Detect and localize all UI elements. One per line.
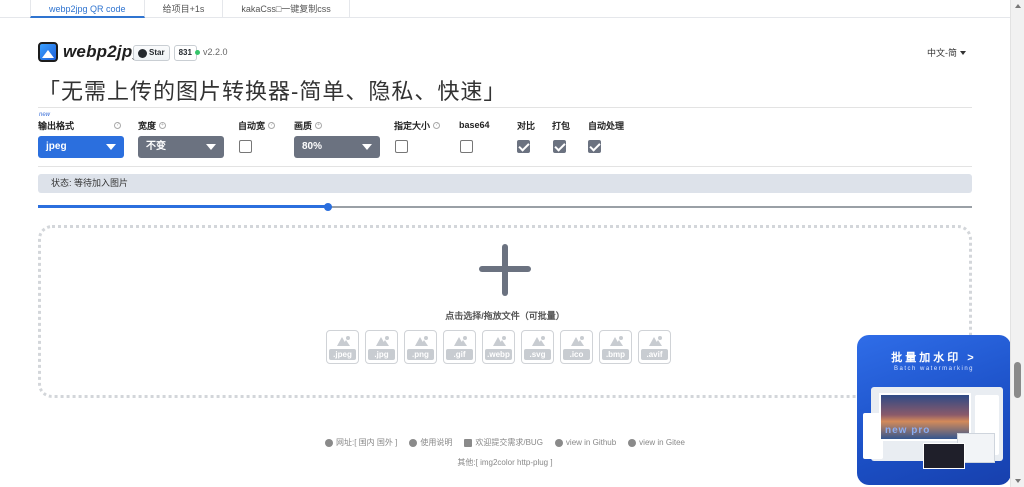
supported-formats: .jpeg .jpg .png .gif .webp .svg .ico .bm… <box>326 330 671 364</box>
quality-value: 80% <box>302 141 323 152</box>
fixed-size-checkbox[interactable] <box>395 140 408 153</box>
compare-checkbox[interactable] <box>517 140 530 153</box>
wifi-icon <box>325 438 334 447</box>
chevron-down-icon <box>960 50 966 55</box>
fixed-size-label: 指定大小 <box>394 120 431 131</box>
divider <box>38 107 972 108</box>
base64-label: base64 <box>459 120 490 130</box>
output-format-value: jpeg <box>46 141 67 152</box>
format-icon-webp: .webp <box>482 330 515 364</box>
divider <box>38 166 972 167</box>
batch-watermark-promo[interactable]: 批量加水印 > Batch watermarking new pro <box>857 335 1011 485</box>
promo-subtitle: Batch watermarking <box>893 366 975 372</box>
page-scrollbar[interactable] <box>1010 0 1024 487</box>
help-icon[interactable]: ? <box>433 121 441 129</box>
help-circle-icon <box>409 438 418 447</box>
help-icon[interactable]: ? <box>268 121 276 129</box>
version-text: v2.2.0 <box>203 47 228 57</box>
help-icon[interactable]: ? <box>114 121 122 129</box>
message-icon <box>464 438 473 447</box>
header: webp2jpg Star 831 v2.2.0 中文-简 <box>38 40 972 66</box>
format-icon-gif: .gif <box>443 330 476 364</box>
help-icon[interactable]: + <box>159 121 167 129</box>
language-label: 中文-简 <box>927 48 957 58</box>
option-quality: 画质 + 80% <box>294 118 380 158</box>
logo-text: webp2jpg <box>63 42 143 61</box>
language-selector[interactable]: 中文-简 <box>927 46 966 59</box>
status-bar: 状态: 等待加入图片 <box>38 174 972 193</box>
tab-kakacss[interactable]: kakaCss□一键复制css <box>223 0 350 18</box>
top-tab-bar: webp2jpg QR code 给项目+1s kakaCss□一键复制css <box>0 0 1010 18</box>
pack-checkbox[interactable] <box>553 140 566 153</box>
progress-knob[interactable] <box>324 203 332 211</box>
promo-watermark-text: new pro <box>885 425 931 436</box>
help-icon[interactable]: + <box>315 121 323 129</box>
progress-fill <box>38 205 328 208</box>
option-auto-width: 自动宽? <box>238 118 276 153</box>
auto-process-label: 自动处理 <box>588 120 625 131</box>
tab-qr-code[interactable]: webp2jpg QR code <box>30 0 145 18</box>
version-badge: v2.2.0 <box>195 47 228 57</box>
auto-width-checkbox[interactable] <box>239 140 252 153</box>
format-icon-bmp: .bmp <box>599 330 632 364</box>
option-output-format: new 输出格式? jpeg <box>38 112 124 158</box>
format-icon-png: .png <box>404 330 437 364</box>
logo-icon <box>38 42 58 62</box>
output-format-select[interactable]: jpeg <box>38 136 124 158</box>
scrollbar-thumb[interactable] <box>1014 362 1021 398</box>
footer-link-feedback[interactable]: 欢迎提交需求/BUG <box>464 437 543 448</box>
footer-link-site[interactable]: 网址:[ 国内 国外 ] <box>325 437 397 448</box>
caret-down-icon <box>106 144 116 150</box>
github-star-count[interactable]: 831 <box>173 45 197 61</box>
option-auto-process: 自动处理 <box>588 118 625 153</box>
caret-down-icon <box>206 144 216 150</box>
quality-select[interactable]: 80% <box>294 136 380 158</box>
page-title: 「无需上传的图片转换器-简单、隐私、快速」 <box>38 79 507 104</box>
format-icon-ico: .ico <box>560 330 593 364</box>
github-star-button[interactable]: Star <box>133 45 170 61</box>
footer-link-github[interactable]: view in Github <box>554 437 616 448</box>
scroll-up-icon[interactable] <box>1015 4 1021 8</box>
add-file-plus-icon[interactable] <box>479 244 531 296</box>
format-icon-avif: .avif <box>638 330 671 364</box>
output-format-label: 输出格式 <box>38 120 75 131</box>
base64-checkbox[interactable] <box>460 140 473 153</box>
github-star-label: Star <box>149 48 165 57</box>
format-icon-jpg: .jpg <box>365 330 398 364</box>
pack-label: 打包 <box>552 120 571 131</box>
github-icon <box>554 438 563 447</box>
status-dot-icon <box>195 49 200 55</box>
github-icon <box>138 48 147 58</box>
option-fixed-size: 指定大小? <box>394 118 441 153</box>
scroll-down-icon[interactable] <box>1015 479 1021 483</box>
promo-screenshot-thumb <box>923 443 965 469</box>
option-width: 宽度 + 不变 <box>138 118 224 158</box>
footer-link-help[interactable]: 使用说明 <box>409 437 452 448</box>
quality-label: 画质 <box>294 120 313 131</box>
width-value: 不变 <box>146 141 166 152</box>
tab-project-plus[interactable]: 给项目+1s <box>145 0 224 18</box>
option-compare: 对比 <box>517 118 536 153</box>
promo-title: 批量加水印 > <box>891 352 977 364</box>
dropzone-hint: 点击选择/拖放文件（可批量） <box>445 311 565 321</box>
compare-label: 对比 <box>517 120 536 131</box>
auto-width-label: 自动宽 <box>238 120 266 131</box>
caret-down-icon <box>362 144 372 150</box>
gitee-icon <box>628 438 637 447</box>
github-star-widget: Star 831 <box>133 45 197 61</box>
option-pack: 打包 <box>552 118 571 153</box>
format-icon-jpeg: .jpeg <box>326 330 359 364</box>
width-select[interactable]: 不变 <box>138 136 224 158</box>
auto-process-checkbox[interactable] <box>588 140 601 153</box>
width-label: 宽度 <box>138 120 157 131</box>
footer-link-gitee[interactable]: view in Gitee <box>628 437 685 448</box>
format-icon-svg: .svg <box>521 330 554 364</box>
option-base64: base64 <box>459 118 490 153</box>
new-badge: new <box>39 112 51 118</box>
